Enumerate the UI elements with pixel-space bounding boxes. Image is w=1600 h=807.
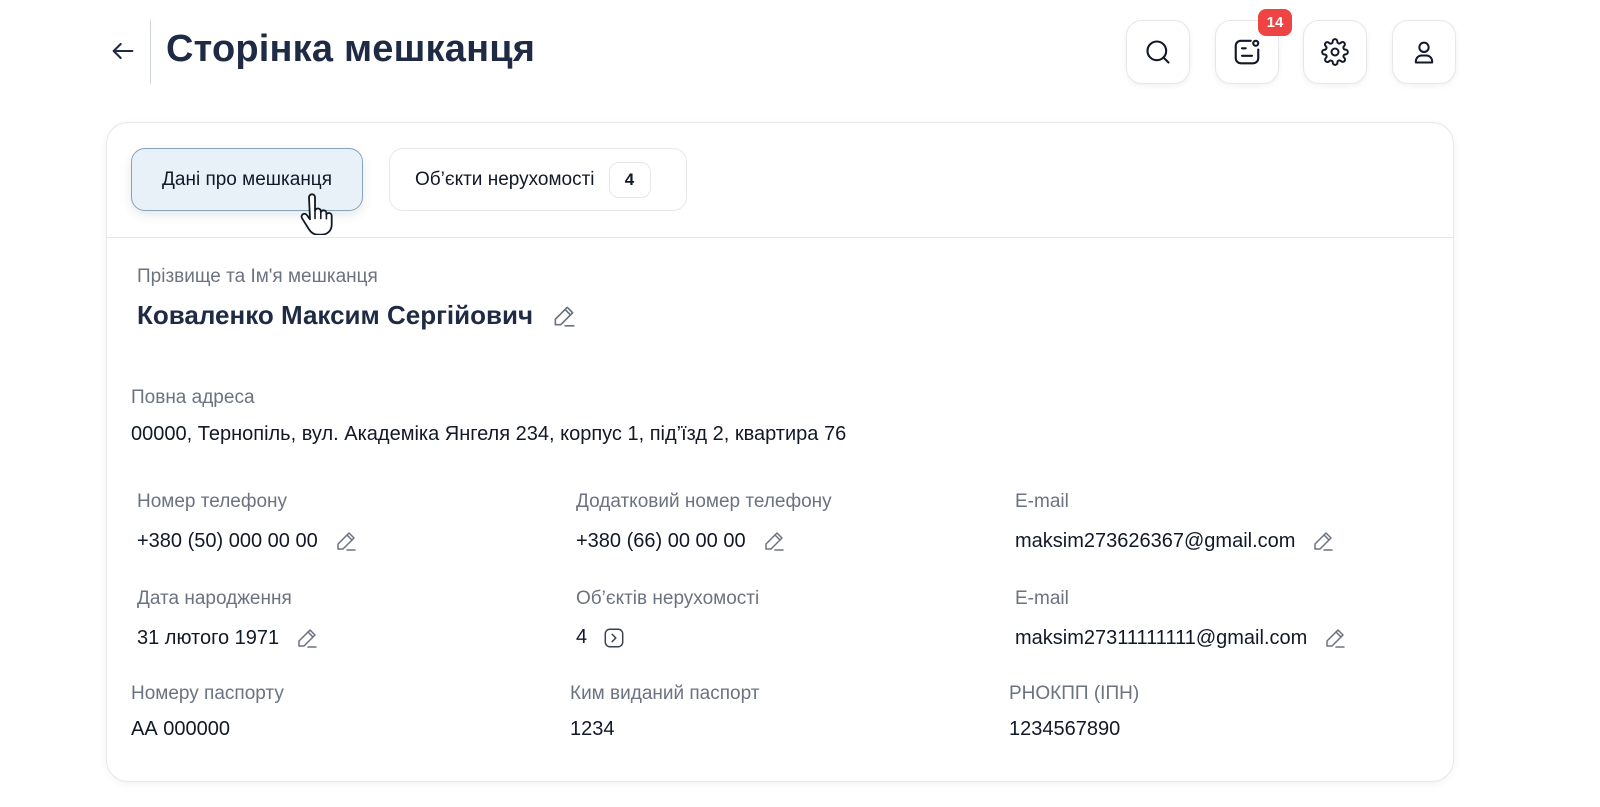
user-icon bbox=[1414, 41, 1434, 64]
email2-text: maksim27311111111@gmail.com bbox=[1015, 626, 1308, 649]
notification-badge: 14 bbox=[1258, 9, 1292, 36]
extra-phone-text: +380 (66) 00 00 00 bbox=[576, 529, 746, 552]
address-label: Повна адреса bbox=[131, 387, 255, 408]
pencil-icon bbox=[298, 629, 317, 648]
back-button[interactable] bbox=[108, 36, 138, 66]
phone-text: +380 (50) 000 00 00 bbox=[137, 529, 318, 552]
objects-label: Об’єктів нерухомості bbox=[576, 588, 760, 609]
chevron-right-icon bbox=[604, 628, 624, 647]
birth-text: 31 лютого 1971 bbox=[137, 626, 280, 649]
open-objects-button[interactable] bbox=[603, 627, 625, 649]
email2-value: maksim27311111111@gmail.com bbox=[1015, 626, 1347, 650]
profile-button[interactable] bbox=[1392, 20, 1456, 84]
passport-issuer-value: 1234 bbox=[570, 718, 615, 740]
resident-name: Коваленко Максим Сергійович bbox=[137, 300, 577, 331]
page-title: Сторінка мешканця bbox=[166, 28, 536, 70]
notifications-button[interactable]: 14 bbox=[1215, 9, 1292, 84]
header-divider bbox=[150, 20, 151, 84]
page-header: Сторінка мешканця 14 bbox=[0, 0, 1600, 110]
pencil-icon bbox=[1314, 532, 1334, 551]
edit-email-button[interactable] bbox=[1311, 529, 1335, 553]
passport-label: Номеру паспорту bbox=[131, 683, 284, 704]
pencil-icon bbox=[764, 532, 784, 551]
tabs-bar: Дані про мешканця Об’єкти нерухомості 4 bbox=[107, 123, 1453, 238]
tab-real-estate[interactable]: Об’єкти нерухомості 4 bbox=[389, 148, 687, 211]
tab-label: Дані про мешканця bbox=[162, 168, 332, 190]
email-text: maksim273626367@gmail.com bbox=[1015, 529, 1296, 552]
phone-value: +380 (50) 000 00 00 bbox=[137, 529, 358, 553]
tab-label: Об’єкти нерухомості bbox=[415, 168, 595, 190]
settings-button[interactable] bbox=[1303, 20, 1367, 84]
passport-issuer-label: Ким виданий паспорт bbox=[570, 683, 760, 704]
tax-id-value: 1234567890 bbox=[1009, 718, 1121, 740]
arrow-left-icon bbox=[112, 42, 134, 60]
birth-label: Дата народження bbox=[137, 588, 292, 609]
resident-name-label: Прізвище та Ім'я мешканця bbox=[137, 266, 378, 287]
tax-id-label: РНОКПП (ІПН) bbox=[1009, 683, 1140, 704]
objects-count: 4 bbox=[576, 626, 588, 648]
search-button[interactable] bbox=[1126, 20, 1190, 84]
search-icon bbox=[1146, 40, 1170, 64]
resident-name-text: Коваленко Максим Сергійович bbox=[137, 300, 534, 330]
edit-phone-button[interactable] bbox=[334, 529, 358, 553]
objects-value: 4 bbox=[576, 626, 625, 649]
email-label: E-mail bbox=[1015, 491, 1069, 512]
pencil-icon bbox=[336, 532, 356, 551]
edit-birth-button[interactable] bbox=[295, 626, 319, 650]
edit-extra-phone-button[interactable] bbox=[762, 529, 786, 553]
tab-count-badge: 4 bbox=[608, 161, 651, 198]
hand-pointer-icon bbox=[300, 193, 333, 235]
birth-value: 31 лютого 1971 bbox=[137, 626, 319, 650]
pencil-icon bbox=[554, 306, 575, 327]
gear-icon bbox=[1321, 38, 1349, 66]
edit-email2-button[interactable] bbox=[1323, 626, 1347, 650]
resident-card: Дані про мешканця Об’єкти нерухомості 4 … bbox=[106, 122, 1454, 782]
message-icon bbox=[1234, 39, 1260, 65]
address-value: 00000, Тернопіль, вул. Академіка Янгеля … bbox=[131, 423, 847, 445]
email-value: maksim273626367@gmail.com bbox=[1015, 529, 1335, 553]
email2-label: E-mail bbox=[1015, 588, 1069, 609]
phone-label: Номер телефону bbox=[137, 491, 288, 512]
passport-value: АА 000000 bbox=[131, 718, 230, 740]
extra-phone-label: Додатковий номер телефону bbox=[576, 491, 832, 512]
edit-name-button[interactable] bbox=[551, 303, 577, 329]
extra-phone-value: +380 (66) 00 00 00 bbox=[576, 529, 786, 553]
pencil-icon bbox=[1326, 629, 1346, 648]
